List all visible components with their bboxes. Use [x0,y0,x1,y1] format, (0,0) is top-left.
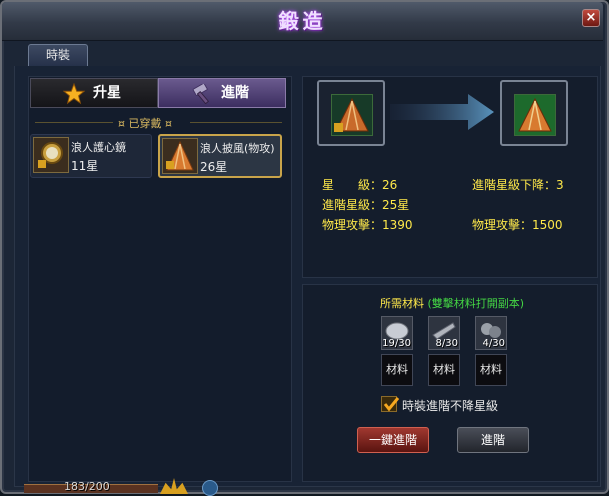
item-name: 浪人披風(物攻) [200,142,275,155]
material-count: 19/30 [382,338,411,349]
current-item-slot[interactable] [317,80,385,146]
item-level: 11星 [71,159,99,173]
cloak-icon [514,94,556,136]
materials-title: 所需材料 (雙擊材料打開副本) [380,295,524,311]
material-slot[interactable]: 材料 [381,354,413,386]
advance-button[interactable]: 進階 [457,427,529,453]
tab-strip: 時裝 [14,40,599,67]
stat-physical-attack-label: 物理攻擊： [322,218,383,232]
window-title: 鍛造 [278,9,327,33]
no-star-drop-label[interactable]: 時裝進階不降星級 [402,397,498,414]
one-click-advance-button[interactable]: 一鍵進階 [357,427,429,453]
mirror-amulet-icon [33,137,69,173]
material-slot[interactable]: 材料 [475,354,507,386]
stat-star-drop-value: 3 [556,178,564,192]
checkmark-icon [383,397,400,412]
divider-right [190,122,282,123]
arrow-right-icon [390,94,494,130]
tab-star-up[interactable]: 升星 [30,78,158,108]
item-name: 浪人護心鏡 [71,141,126,154]
stat-physical-attack-value: 1390 [382,218,413,232]
tab-advance[interactable]: 進階 [158,78,286,108]
stat-physical-attack-next-value: 1500 [532,218,563,232]
hammer-icon [192,84,210,104]
close-button[interactable]: × [582,9,600,27]
stat-star-label: 星 級： [322,178,383,192]
xp-text: 183/200 [64,480,110,493]
stat-star-value: 26 [382,178,398,192]
stat-physical-attack-next: 物理攻擊：1500 [472,216,563,233]
advanced-item-slot[interactable] [500,80,568,146]
stat-star-drop: 進階星級下降：3 [472,176,564,193]
stat-star: 星 級：26 [322,176,397,193]
tab-star-up-label: 升星 [93,85,121,101]
stat-star-drop-label: 進階星級下降： [472,178,557,192]
no-star-drop-checkbox[interactable] [381,396,400,412]
material-blade[interactable]: 8/30 [428,316,460,350]
stat-advance-star-label: 進階星級： [322,198,383,212]
material-slot[interactable]: 材料 [428,354,460,386]
equipped-header-text: 已穿戴 [128,117,162,130]
tab-advance-label: 進階 [221,85,249,101]
tab-fashion[interactable]: 時裝 [28,44,88,66]
item-level: 26星 [200,160,228,174]
cloak-icon [331,94,373,136]
stat-physical-attack-next-label: 物理攻擊： [472,218,533,232]
stat-physical-attack: 物理攻擊：1390 [322,216,413,233]
title-bar[interactable]: 鍛造 × [2,2,603,41]
material-stone[interactable]: 19/30 [381,316,413,350]
material-count: 4/30 [482,338,505,349]
stat-advance-star: 進階星級：25星 [322,196,409,213]
material-count: 8/30 [435,338,458,349]
list-item[interactable]: 浪人披風(物攻) 26星 [158,134,282,178]
star-icon [63,83,85,105]
materials-note: (雙擊材料打開副本) [427,297,525,310]
cloak-icon [162,138,198,174]
materials-title-text: 所需材料 [380,297,424,310]
list-item[interactable]: 浪人護心鏡 11星 [30,134,152,178]
divider-left [35,122,113,123]
stat-advance-star-value: 25星 [382,198,410,212]
material-ore[interactable]: 4/30 [475,316,507,350]
equipped-header: ¤ 已穿戴 ¤ [118,117,172,130]
